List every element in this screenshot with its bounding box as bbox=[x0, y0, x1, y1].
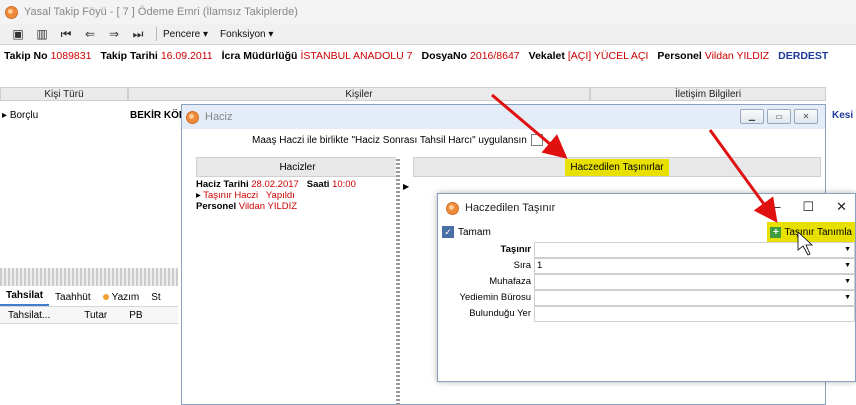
arrow-to-tasinirlar bbox=[491, 93, 568, 159]
annotation-arrows bbox=[491, 93, 814, 256]
mouse-cursor-icon bbox=[797, 231, 814, 256]
arrow-to-tanimla bbox=[708, 129, 778, 223]
